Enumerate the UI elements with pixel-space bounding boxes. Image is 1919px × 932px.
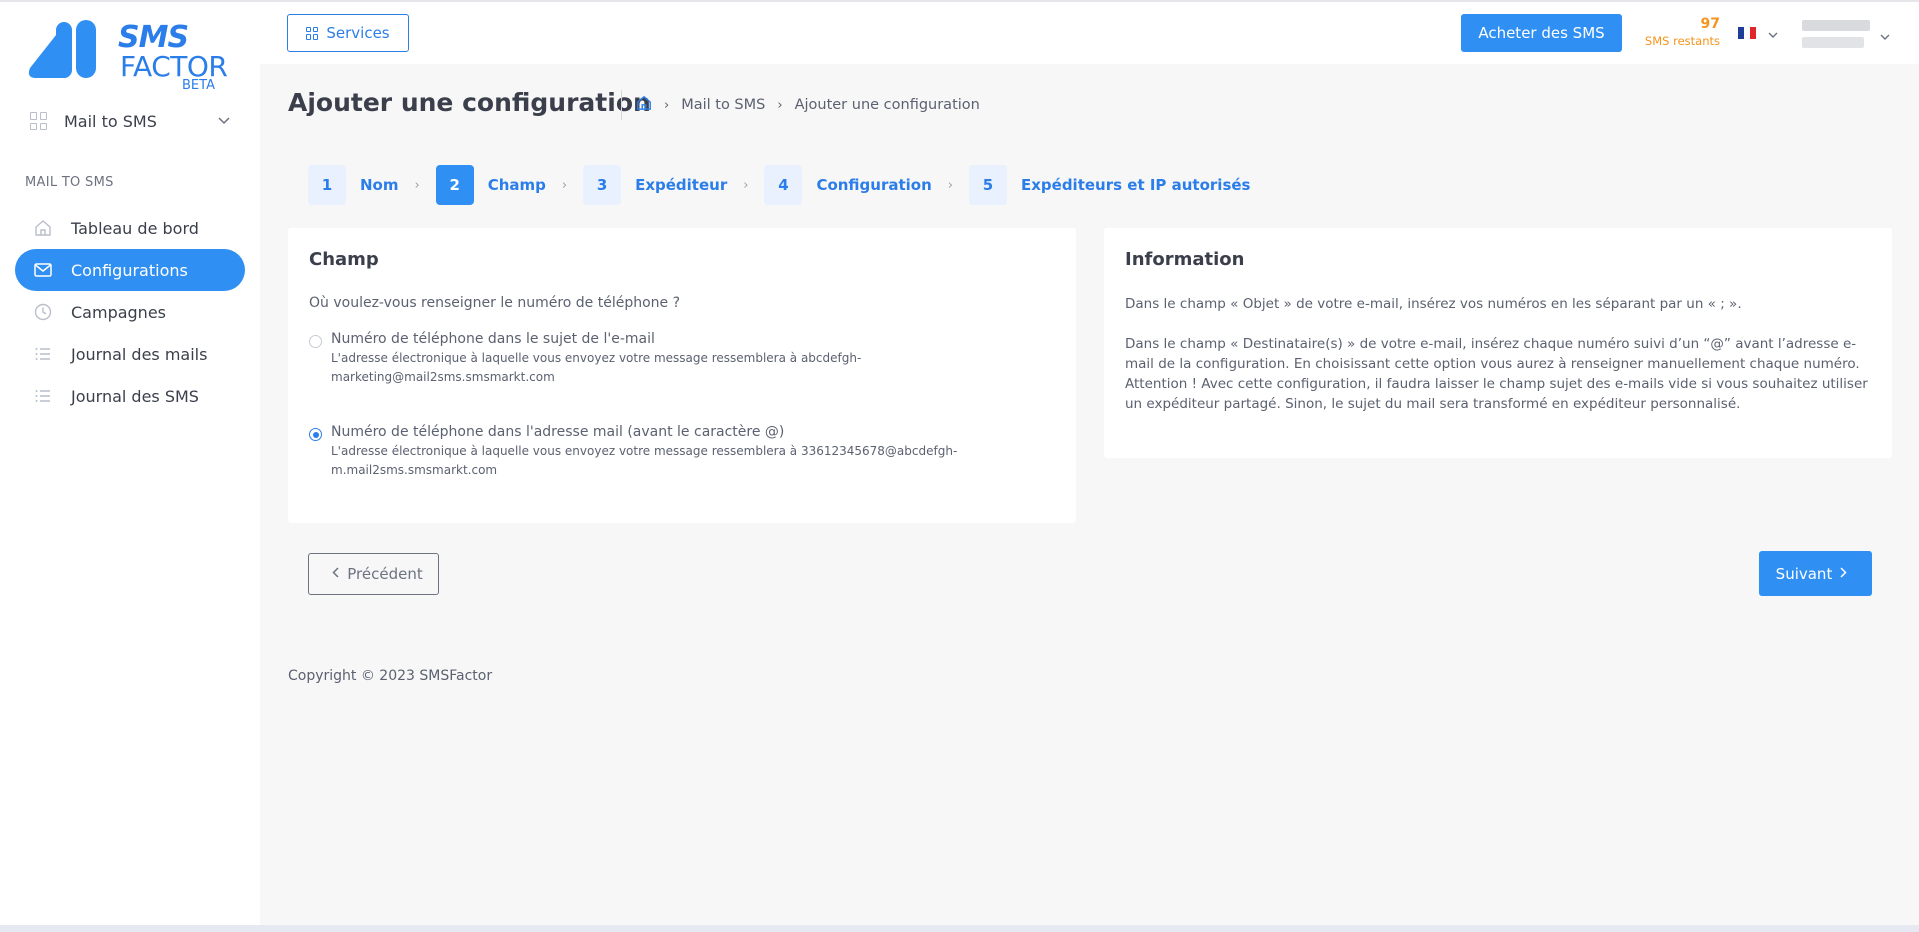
buy-sms-button[interactable]: Acheter des SMS [1461,14,1622,52]
information-paragraph: Dans le champ « Destinataire(s) » de vot… [1125,336,1868,412]
chevron-right-icon: › [664,97,670,113]
chevron-down-icon [218,114,230,128]
user-menu[interactable] [1802,20,1872,50]
step-number: 2 [435,165,474,205]
step-number: 5 [968,165,1007,205]
step-label: Expéditeurs et IP autorisés [1020,176,1251,194]
step-label: Expéditeur [635,176,728,194]
grid-icon [306,26,319,40]
clock-icon [33,302,53,322]
option-address[interactable]: Numéro de téléphone dans l'adresse mail … [309,424,971,480]
card-title: Information [1125,249,1245,270]
chevron-right-icon: › [743,177,749,193]
sms-credits-label: SMS restants [1644,34,1720,48]
option-description: L'adresse électronique à laquelle vous e… [331,351,862,384]
information-paragraph: Dans le champ « Objet » de votre e-mail,… [1125,296,1742,312]
step-number: 4 [764,165,803,205]
step-label: Configuration [816,176,932,194]
step-configuration[interactable]: 4 Configuration › [764,165,969,205]
champ-card: Champ Où voulez-vous renseigner le numér… [288,228,1076,523]
sidebar-item-label: Journal des mails [71,344,208,364]
sidebar-item-tableau-de-bord[interactable]: Tableau de bord [15,207,245,249]
next-button[interactable]: Suivant [1759,551,1872,596]
breadcrumb-current: Ajouter une configuration [794,97,980,113]
radio-button[interactable] [309,428,322,441]
information-card: Information Dans le champ « Objet » de v… [1104,228,1892,458]
next-label: Suivant [1775,564,1833,583]
option-subject[interactable]: Numéro de téléphone dans le sujet de l'e… [309,331,971,387]
grid-icon [30,112,48,130]
module-selector[interactable]: Mail to SMS [30,106,230,136]
step-label: Champ [487,176,546,194]
breadcrumb: › Mail to SMS › Ajouter une configuratio… [621,90,980,120]
step-champ[interactable]: 2 Champ › [435,165,583,205]
option-title: Numéro de téléphone dans l'adresse mail … [331,424,785,440]
bottom-border [0,925,1919,932]
step-label: Nom [360,176,399,194]
sidebar-item-journal-des-mails[interactable]: Journal des mails [15,333,245,375]
sidebar-item-label: Configurations [71,260,188,280]
previous-button[interactable]: Précédent [308,553,439,595]
chevron-right-icon: › [777,97,783,113]
flag-fr-icon[interactable] [1738,27,1756,39]
list-icon [33,344,53,364]
top-header: Services Acheter des SMS 97 SMS restants [260,2,1919,64]
services-label: Services [326,24,390,42]
information-text: Dans le champ « Objet » de votre e-mail,… [1125,294,1875,414]
sidebar-nav: Tableau de bord Configurations Campagnes… [15,207,245,417]
chevron-right-icon: › [561,177,568,193]
step-number: 3 [583,165,622,205]
services-button[interactable]: Services [287,14,409,52]
chevron-left-icon [332,567,339,581]
home-icon[interactable] [636,95,652,115]
sidebar-item-configurations[interactable]: Configurations [15,249,245,291]
sidebar-item-label: Journal des SMS [71,386,199,406]
sidebar-item-campagnes[interactable]: Campagnes [15,291,245,333]
breadcrumb-link[interactable]: Mail to SMS [681,97,765,113]
logo[interactable]: SMS FACTOR BETA [26,14,228,94]
chevron-right-icon: › [414,177,420,193]
mail-icon [33,260,53,280]
beta-badge: BETA [182,78,215,93]
copyright: Copyright © 2023 SMSFactor [288,668,493,684]
sidebar-item-label: Campagnes [71,302,166,322]
chevron-down-icon[interactable] [1768,24,1778,43]
sms-credits: 97 SMS restants [1640,16,1720,48]
step-nom[interactable]: 1 Nom › [308,165,436,205]
chevron-right-icon: › [947,177,953,193]
sms-credits-value: 97 [1700,16,1720,32]
wizard-stepper: 1 Nom › 2 Champ › 3 Expéditeur › 4 Confi… [308,165,1250,205]
sidebar-section-title: MAIL TO SMS [25,175,114,190]
logo-mark-icon [28,20,96,78]
radio-button[interactable] [309,335,322,348]
sidebar-item-label: Tableau de bord [71,218,199,238]
chevron-down-icon[interactable] [1880,26,1890,45]
previous-label: Précédent [347,565,423,583]
option-title: Numéro de téléphone dans le sujet de l'e… [331,331,655,347]
step-number: 1 [308,165,346,205]
home-icon [33,218,53,238]
sidebar-item-journal-des-sms[interactable]: Journal des SMS [15,375,245,417]
card-title: Champ [309,249,379,270]
step-expediteurs-ip[interactable]: 5 Expéditeurs et IP autorisés [968,165,1251,205]
module-label: Mail to SMS [64,111,157,131]
question-label: Où voulez-vous renseigner le numéro de t… [309,295,681,311]
step-expediteur[interactable]: 3 Expéditeur › [583,165,764,205]
page-title: Ajouter une configuration [288,88,651,117]
list-icon [33,386,53,406]
option-description: L'adresse électronique à laquelle vous e… [331,444,958,477]
sidebar: SMS FACTOR BETA Mail to SMS MAIL TO SMS … [0,2,260,925]
chevron-right-icon [1840,566,1847,581]
